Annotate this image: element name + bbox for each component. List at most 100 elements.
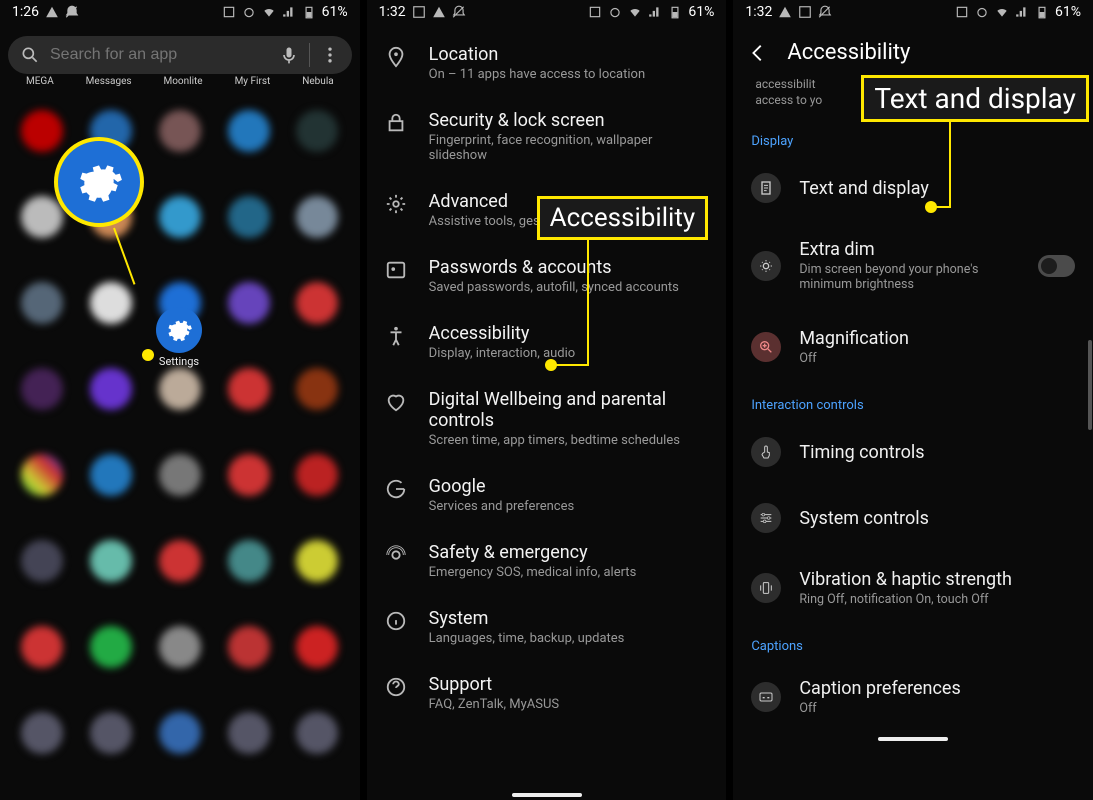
app-cell[interactable] xyxy=(79,435,144,515)
app-cell[interactable] xyxy=(285,607,350,687)
app-cell[interactable] xyxy=(10,263,75,343)
touch-icon xyxy=(751,437,781,467)
status-bar: 1:32 61% xyxy=(733,0,1093,24)
app-cell[interactable] xyxy=(216,177,281,257)
row-sub: Ring Off, notification On, touch Off xyxy=(799,592,1012,607)
accessibility-icon xyxy=(385,325,407,347)
app-cell[interactable] xyxy=(79,521,144,601)
app-cell[interactable] xyxy=(216,91,281,171)
settings-row-security[interactable]: Security & lock screenFingerprint, face … xyxy=(367,96,727,177)
settings-app[interactable] xyxy=(156,307,202,353)
app-cell[interactable] xyxy=(216,435,281,515)
row-title: Magnification xyxy=(799,328,909,349)
app-cell[interactable] xyxy=(285,263,350,343)
callout-magnified-settings xyxy=(54,137,144,227)
screenshot-icon xyxy=(222,5,236,19)
app-cell[interactable] xyxy=(79,607,144,687)
row-sub: Services and preferences xyxy=(429,499,575,514)
row-sub: Fingerprint, face recognition, wallpaper… xyxy=(429,133,709,163)
settings-row-safety[interactable]: Safety & emergencyEmergency SOS, medical… xyxy=(367,528,727,594)
gear-icon xyxy=(385,193,407,215)
search-input[interactable] xyxy=(50,46,269,64)
location-icon xyxy=(385,46,407,68)
row-sub: On – 11 apps have access to location xyxy=(429,67,645,82)
row-sub: Off xyxy=(799,351,909,366)
back-icon[interactable] xyxy=(747,42,769,64)
app-cell[interactable] xyxy=(79,693,144,773)
row-magnification[interactable]: Magnification Off xyxy=(733,310,1093,384)
toggle-extra-dim[interactable] xyxy=(1038,255,1075,277)
row-title: System controls xyxy=(799,508,929,529)
app-cell[interactable] xyxy=(10,349,75,429)
row-title: Timing controls xyxy=(799,442,924,463)
triangle-icon xyxy=(432,5,446,19)
row-sub: Dim screen beyond your phone's minimum b… xyxy=(799,262,1020,292)
app-label: Nebula xyxy=(302,76,333,87)
app-cell[interactable] xyxy=(10,435,75,515)
app-cell[interactable] xyxy=(147,521,212,601)
row-text-and-display[interactable]: Text and display xyxy=(733,155,1093,221)
settings-row-system[interactable]: SystemLanguages, time, backup, updates xyxy=(367,594,727,660)
settings-row-support[interactable]: SupportFAQ, ZenTalk, MyASUS xyxy=(367,660,727,726)
app-cell[interactable] xyxy=(285,521,350,601)
app-cell[interactable] xyxy=(285,693,350,773)
row-sub: Saved passwords, autofill, synced accoun… xyxy=(429,280,679,295)
app-cell[interactable] xyxy=(285,91,350,171)
app-cell[interactable] xyxy=(216,607,281,687)
nav-bar[interactable] xyxy=(367,790,727,800)
row-caption-prefs[interactable]: Caption preferencesOff xyxy=(733,660,1093,734)
more-icon[interactable] xyxy=(320,45,340,65)
app-cell[interactable] xyxy=(147,91,212,171)
app-cell[interactable] xyxy=(216,521,281,601)
row-title: Vibration & haptic strength xyxy=(799,569,1012,590)
search-bar[interactable] xyxy=(8,36,352,74)
app-cell[interactable] xyxy=(10,693,75,773)
image-icon xyxy=(798,5,812,19)
app-cell[interactable] xyxy=(216,349,281,429)
app-label: My First xyxy=(235,76,271,87)
app-cell[interactable] xyxy=(79,349,144,429)
lock-icon xyxy=(385,112,407,134)
app-cell[interactable] xyxy=(216,693,281,773)
row-timing[interactable]: Timing controls xyxy=(733,419,1093,485)
nav-bar[interactable] xyxy=(733,734,1093,744)
nav-bar xyxy=(0,791,360,800)
settings-list[interactable]: LocationOn – 11 apps have access to loca… xyxy=(367,24,727,790)
settings-row-location[interactable]: LocationOn – 11 apps have access to loca… xyxy=(367,30,727,96)
app-cell[interactable] xyxy=(147,177,212,257)
settings-row-wellbeing[interactable]: Digital Wellbeing and parental controlsS… xyxy=(367,375,727,462)
app-cell[interactable] xyxy=(147,693,212,773)
app-cell[interactable] xyxy=(285,177,350,257)
intro-line: access to yo xyxy=(755,93,822,107)
app-cell[interactable] xyxy=(79,263,144,343)
row-extra-dim[interactable]: Extra dimDim screen beyond your phone's … xyxy=(733,221,1093,310)
app-cell[interactable] xyxy=(216,263,281,343)
dnd-icon xyxy=(818,5,832,19)
settings-row-passwords[interactable]: Passwords & accountsSaved passwords, aut… xyxy=(367,243,727,309)
app-cell[interactable] xyxy=(147,607,212,687)
app-cell[interactable] xyxy=(285,349,350,429)
scroll-indicator[interactable] xyxy=(1088,340,1092,430)
alarm-icon xyxy=(608,5,622,19)
row-vibration[interactable]: Vibration & haptic strength Ring Off, not… xyxy=(733,551,1093,625)
gear-icon xyxy=(165,316,193,344)
phone-accessibility-settings: 1:32 61% Accessibility accessibilit acce… xyxy=(733,0,1093,800)
row-sub: FAQ, ZenTalk, MyASUS xyxy=(429,697,559,712)
row-title: Accessibility xyxy=(429,323,576,344)
mic-icon[interactable] xyxy=(279,45,299,65)
emergency-icon xyxy=(385,544,407,566)
section-interaction: Interaction controls xyxy=(733,384,1093,419)
battery-percent: 61% xyxy=(1055,4,1081,20)
row-system-controls[interactable]: System controls xyxy=(733,485,1093,551)
app-cell[interactable] xyxy=(10,607,75,687)
app-cell[interactable] xyxy=(285,435,350,515)
app-cell[interactable] xyxy=(147,435,212,515)
row-sub: Off xyxy=(799,701,960,716)
settings-row-google[interactable]: GoogleServices and preferences xyxy=(367,462,727,528)
captions-icon xyxy=(751,682,781,712)
battery-percent: 61% xyxy=(688,4,714,20)
alarm-icon xyxy=(242,5,256,19)
alarm-icon xyxy=(975,5,989,19)
sliders-icon xyxy=(751,503,781,533)
app-cell[interactable] xyxy=(10,521,75,601)
